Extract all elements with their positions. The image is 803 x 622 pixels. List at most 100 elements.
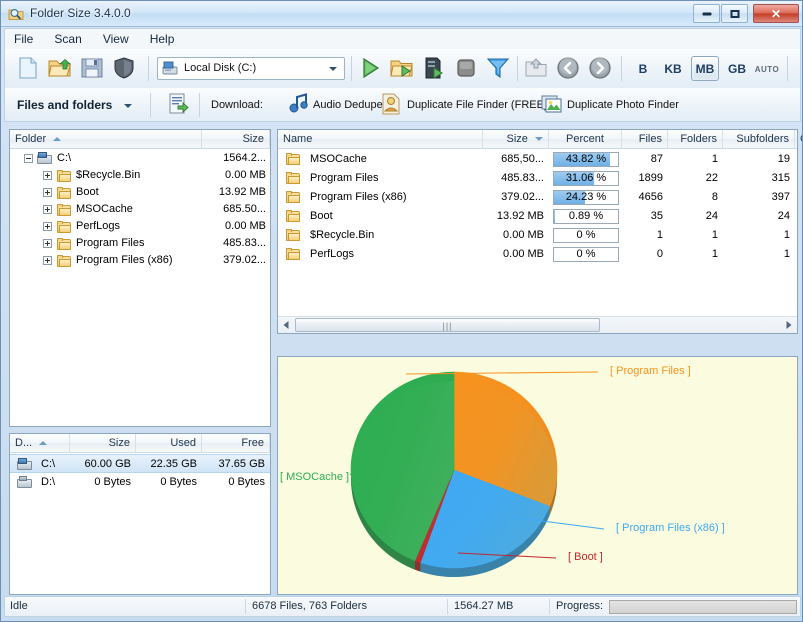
tree-row-size: 379.02...	[223, 252, 266, 269]
folder-icon	[57, 170, 71, 182]
folder-tree-header: Folder Size	[10, 130, 270, 149]
audio-dedupe-icon[interactable]	[285, 91, 315, 119]
table-row[interactable]: Boot13.92 MB0.89 %35242412/19/20	[278, 207, 797, 226]
cell-created: 7/14/200	[797, 188, 803, 207]
column-files[interactable]: Files	[622, 130, 668, 149]
title-bar: Folder Size 3.4.0.0 ✕	[1, 1, 803, 27]
folder-icon	[286, 153, 300, 165]
export-report-icon[interactable]	[165, 91, 195, 119]
forward-icon[interactable]	[587, 55, 617, 83]
drive-row-size: 60.00 GB	[70, 455, 136, 474]
maximize-button[interactable]	[721, 4, 748, 23]
folder-icon	[286, 248, 300, 260]
duplicate-file-finder-link[interactable]: Duplicate File Finder (FREE)	[407, 94, 548, 116]
shield-icon[interactable]	[111, 55, 141, 83]
expand-icon[interactable]	[43, 256, 52, 265]
drive-column-drive[interactable]: D...	[10, 434, 70, 453]
new-icon[interactable]	[15, 55, 45, 83]
menu-help[interactable]: Help	[141, 29, 184, 49]
scan-start-icon[interactable]	[357, 55, 387, 83]
duplicate-photo-finder-icon[interactable]	[539, 91, 569, 119]
unit-button-gb[interactable]: GB	[723, 56, 751, 81]
tree-row[interactable]: Boot13.92 MB	[10, 184, 270, 201]
table-row[interactable]: Program Files485.83...31.06 %1899223157/…	[278, 169, 797, 188]
cell-name: MSOCache	[305, 150, 480, 169]
file-list-header: Name Size Percent Files Folders Subfolde…	[278, 130, 797, 149]
column-subfolders[interactable]: Subfolders	[723, 130, 795, 149]
percent-label: 24.23 %	[554, 191, 618, 204]
table-row[interactable]: $Recycle.Bin0.00 MB0 %1117/14/200	[278, 226, 797, 245]
local-drive-icon	[17, 458, 32, 471]
tree-row[interactable]: Program Files485.83...	[10, 235, 270, 252]
up-folder-icon[interactable]	[523, 55, 553, 83]
status-state: Idle	[5, 597, 245, 616]
expand-icon[interactable]	[43, 222, 52, 231]
status-counts: 6678 Files, 763 Folders	[247, 597, 447, 616]
percent-label: 31.06 %	[554, 172, 618, 185]
tree-column-folder[interactable]: Folder	[10, 130, 202, 149]
table-row[interactable]: PerfLogs0.00 MB0 %0117/14/200	[278, 245, 797, 264]
expand-icon[interactable]	[43, 239, 52, 248]
percent-label: 0 %	[554, 248, 618, 261]
collapse-icon[interactable]	[24, 154, 33, 163]
expand-icon[interactable]	[43, 188, 52, 197]
sort-asc-icon	[53, 137, 61, 141]
expand-icon[interactable]	[43, 171, 52, 180]
pie-chart[interactable]	[278, 357, 797, 594]
duplicate-file-finder-icon[interactable]	[379, 91, 409, 119]
scan-computer-icon[interactable]	[421, 55, 451, 83]
tree-row-size: 0.00 MB	[225, 167, 266, 184]
scroll-left-icon[interactable]	[278, 317, 294, 333]
unit-button-auto[interactable]: AUTO	[753, 56, 781, 81]
audio-dedupe-link[interactable]: Audio Dedupe	[313, 94, 383, 116]
optical-drive-icon	[17, 476, 32, 489]
drive-select[interactable]: Local Disk (C:)	[157, 57, 345, 80]
tree-column-size[interactable]: Size	[202, 130, 270, 149]
hscroll-thumb[interactable]: |||	[295, 318, 600, 332]
chevron-down-icon	[124, 104, 132, 108]
minimize-button[interactable]	[693, 4, 720, 23]
folder-tree-panel: Folder Size C:\1564.2...$Recycle.Bin0.00…	[9, 129, 271, 427]
menu-scan[interactable]: Scan	[45, 29, 90, 49]
tree-row[interactable]: $Recycle.Bin0.00 MB	[10, 167, 270, 184]
tree-row[interactable]: C:\1564.2...	[10, 150, 270, 167]
cell-size: 0.00 MB	[478, 226, 549, 245]
expand-icon[interactable]	[43, 205, 52, 214]
unit-button-kb[interactable]: KB	[659, 56, 687, 81]
menu-file[interactable]: File	[5, 29, 42, 49]
tree-row[interactable]: Program Files (x86)379.02...	[10, 252, 270, 269]
table-row[interactable]: MSOCache685,50...43.82 %8711912/19/20	[278, 150, 797, 169]
filter-icon[interactable]	[485, 55, 515, 83]
drive-column-size[interactable]: Size	[70, 434, 136, 453]
tree-row[interactable]: PerfLogs0.00 MB	[10, 218, 270, 235]
column-folders[interactable]: Folders	[668, 130, 723, 149]
cell-subfolders: 1	[723, 226, 795, 245]
cell-size: 685,50...	[478, 150, 549, 169]
cell-size: 13.92 MB	[478, 207, 549, 226]
stop-icon[interactable]	[453, 55, 483, 83]
back-icon[interactable]	[555, 55, 585, 83]
view-mode-dropdown[interactable]: Files and folders	[17, 94, 132, 116]
column-created[interactable]: Created	[795, 130, 803, 149]
file-list-hscrollbar[interactable]: |||	[278, 316, 797, 333]
save-icon[interactable]	[79, 55, 109, 83]
duplicate-photo-finder-link[interactable]: Duplicate Photo Finder	[567, 94, 679, 116]
column-percent[interactable]: Percent	[549, 130, 622, 149]
column-size[interactable]: Size	[483, 130, 549, 149]
drive-column-free[interactable]: Free	[202, 434, 270, 453]
close-button[interactable]: ✕	[753, 4, 799, 23]
open-icon[interactable]	[47, 55, 77, 83]
drive-column-used[interactable]: Used	[136, 434, 202, 453]
column-name[interactable]: Name	[278, 130, 483, 149]
unit-button-mb[interactable]: MB	[691, 56, 719, 81]
percent-label: 43.82 %	[554, 153, 618, 166]
scroll-right-icon[interactable]	[781, 317, 797, 333]
drive-row[interactable]: D:\0 Bytes0 Bytes0 Bytes	[10, 473, 270, 492]
unit-button-b[interactable]: B	[629, 56, 657, 81]
menu-view[interactable]: View	[94, 29, 138, 49]
tree-row[interactable]: MSOCache685.50...	[10, 201, 270, 218]
scan-folder-icon[interactable]	[389, 55, 419, 83]
table-row[interactable]: Program Files (x86)379.02...24.23 %46568…	[278, 188, 797, 207]
drive-row[interactable]: C:\60.00 GB22.35 GB37.65 GB	[10, 454, 270, 473]
cell-percent: 31.06 %	[553, 171, 619, 186]
